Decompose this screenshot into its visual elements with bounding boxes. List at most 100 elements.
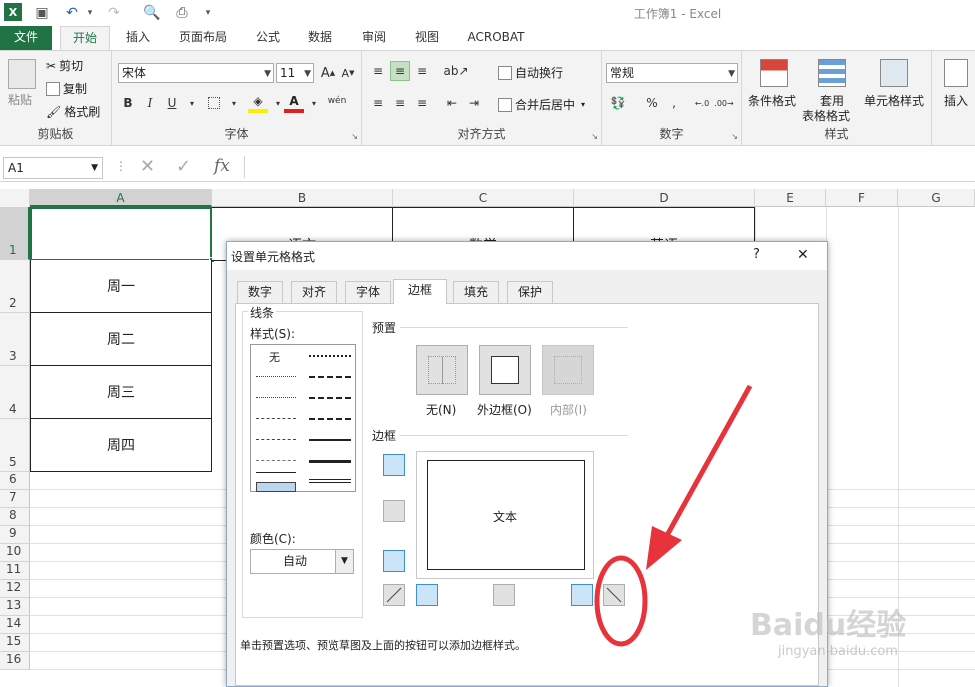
column-header-d[interactable]: D [574, 189, 755, 207]
tab-alignment[interactable]: 对齐 [291, 281, 337, 303]
formula-input[interactable] [244, 156, 975, 178]
borders-icon[interactable] [204, 93, 224, 113]
column-header-c[interactable]: C [393, 189, 574, 207]
font-size-combo[interactable]: 11 ▼ [276, 63, 314, 83]
preset-outline-button[interactable] [479, 345, 531, 395]
tab-acrobat[interactable]: ACROBAT [462, 26, 530, 50]
cell-a4[interactable]: 周三 [30, 366, 212, 419]
format-painter-button[interactable]: 🖌 格式刷 [46, 103, 100, 120]
border-bottom-button[interactable] [383, 550, 405, 572]
paste-button[interactable]: 粘贴 [8, 91, 32, 108]
column-header-e[interactable]: E [755, 189, 826, 207]
shrink-font-icon[interactable]: A ▼ [338, 63, 358, 83]
underline-icon[interactable]: U [162, 93, 182, 113]
row-header-13[interactable]: 13 [0, 598, 30, 616]
cut-button[interactable]: ✂ 剪切 [46, 57, 83, 74]
row-header-14[interactable]: 14 [0, 616, 30, 634]
decrease-indent-icon[interactable]: ⇤ [442, 93, 462, 113]
name-box[interactable]: A1 ▼ [3, 157, 103, 179]
conditional-format-button[interactable]: 条件格式 [748, 92, 796, 109]
line-style-list[interactable]: 无 [250, 344, 356, 492]
borders-dropdown-icon[interactable]: ▾ [224, 93, 244, 113]
close-icon[interactable]: ✕ [797, 247, 809, 263]
orientation-icon[interactable]: ab↗ [443, 61, 468, 81]
tab-font[interactable]: 字体 [345, 281, 391, 303]
border-left-button[interactable] [416, 584, 438, 606]
column-header-f[interactable]: F [826, 189, 898, 207]
tab-file[interactable]: 文件 [0, 26, 52, 50]
border-top-button[interactable] [383, 454, 405, 476]
grow-font-icon[interactable]: A ▲ [318, 63, 338, 83]
border-preview[interactable]: 文本 [416, 451, 594, 579]
tab-review[interactable]: 审阅 [354, 26, 394, 50]
decrease-decimal-icon[interactable]: .00→ [714, 93, 734, 113]
tab-fill[interactable]: 填充 [453, 281, 499, 303]
tab-formulas[interactable]: 公式 [248, 26, 288, 50]
align-top-icon[interactable]: ≡ [368, 61, 388, 81]
increase-indent-icon[interactable]: ⇥ [464, 93, 484, 113]
tab-number[interactable]: 数字 [237, 281, 283, 303]
align-left-icon[interactable]: ≡ [368, 93, 388, 113]
currency-icon[interactable]: 💱 [608, 93, 628, 113]
row-header-12[interactable]: 12 [0, 580, 30, 598]
tab-view[interactable]: 视图 [407, 26, 447, 50]
row-header-7[interactable]: 7 [0, 490, 30, 508]
paste-icon[interactable] [8, 59, 36, 89]
cell-styles-button[interactable]: 单元格样式 [864, 92, 924, 109]
select-all-corner[interactable] [0, 189, 30, 207]
border-middle-horizontal-button[interactable] [383, 500, 405, 522]
line-style-none[interactable]: 无 [269, 349, 280, 365]
cell-a3[interactable]: 周二 [30, 313, 212, 366]
comma-icon[interactable]: , [664, 93, 684, 113]
cell-a5[interactable]: 周四 [30, 419, 212, 472]
percent-icon[interactable]: % [642, 93, 662, 113]
column-header-g[interactable]: G [898, 189, 975, 207]
tab-border[interactable]: 边框 [393, 279, 447, 304]
increase-decimal-icon[interactable]: ←.0 [692, 93, 712, 113]
insert-cells-button[interactable]: 插入 [944, 92, 968, 109]
font-name-combo[interactable]: 宋体 ▼ [118, 63, 274, 83]
align-middle-icon[interactable]: ≡ [390, 61, 410, 81]
align-bottom-icon[interactable]: ≡ [412, 61, 432, 81]
column-header-a[interactable]: A [30, 189, 212, 207]
align-right-icon[interactable]: ≡ [412, 93, 432, 113]
row-header-2[interactable]: 2 [0, 260, 30, 313]
italic-icon[interactable]: I [140, 93, 160, 113]
border-diagonal-up-button[interactable] [383, 584, 405, 606]
row-header-16[interactable]: 16 [0, 652, 30, 670]
row-header-11[interactable]: 11 [0, 562, 30, 580]
dialog-launcher-icon[interactable]: ↘ [351, 132, 358, 141]
underline-dropdown-icon[interactable]: ▾ [182, 93, 202, 113]
tab-protection[interactable]: 保护 [507, 281, 553, 303]
row-header-15[interactable]: 15 [0, 634, 30, 652]
row-header-9[interactable]: 9 [0, 526, 30, 544]
tab-page-layout[interactable]: 页面布局 [170, 26, 236, 50]
font-color-dropdown-icon[interactable]: ▾ [304, 93, 324, 113]
cell-a1[interactable] [30, 207, 212, 261]
fill-color-icon[interactable]: ◈ [248, 93, 268, 113]
number-format-combo[interactable]: 常规 ▼ [606, 63, 738, 83]
preset-none-button[interactable] [416, 345, 468, 395]
color-select[interactable]: 自动 ▼ [250, 549, 354, 574]
cancel-icon[interactable]: ✕ [140, 156, 155, 177]
cell-a2[interactable]: 周一 [30, 260, 212, 313]
enter-icon[interactable]: ✓ [176, 156, 191, 177]
bold-icon[interactable]: B [118, 93, 138, 113]
font-color-icon[interactable]: A [284, 93, 304, 113]
help-button[interactable]: ? [753, 247, 760, 262]
tab-insert[interactable]: 插入 [118, 26, 158, 50]
merge-center-button[interactable]: 合并后居中 ▾ [498, 96, 585, 113]
row-header-8[interactable]: 8 [0, 508, 30, 526]
phonetic-icon[interactable]: wén [324, 91, 350, 111]
row-header-6[interactable]: 6 [0, 472, 30, 490]
row-header-4[interactable]: 4 [0, 366, 30, 419]
dialog-launcher-icon[interactable]: ↘ [591, 132, 598, 141]
border-middle-vertical-button[interactable] [493, 584, 515, 606]
dialog-launcher-icon[interactable]: ↘ [731, 132, 738, 141]
row-header-5[interactable]: 5 [0, 419, 30, 472]
format-as-table-label-2[interactable]: 表格格式 [802, 107, 850, 124]
column-header-b[interactable]: B [212, 189, 393, 207]
copy-button[interactable]: 复制 [46, 80, 87, 97]
tab-data[interactable]: 数据 [300, 26, 340, 50]
row-header-1[interactable]: 1 [0, 207, 30, 260]
